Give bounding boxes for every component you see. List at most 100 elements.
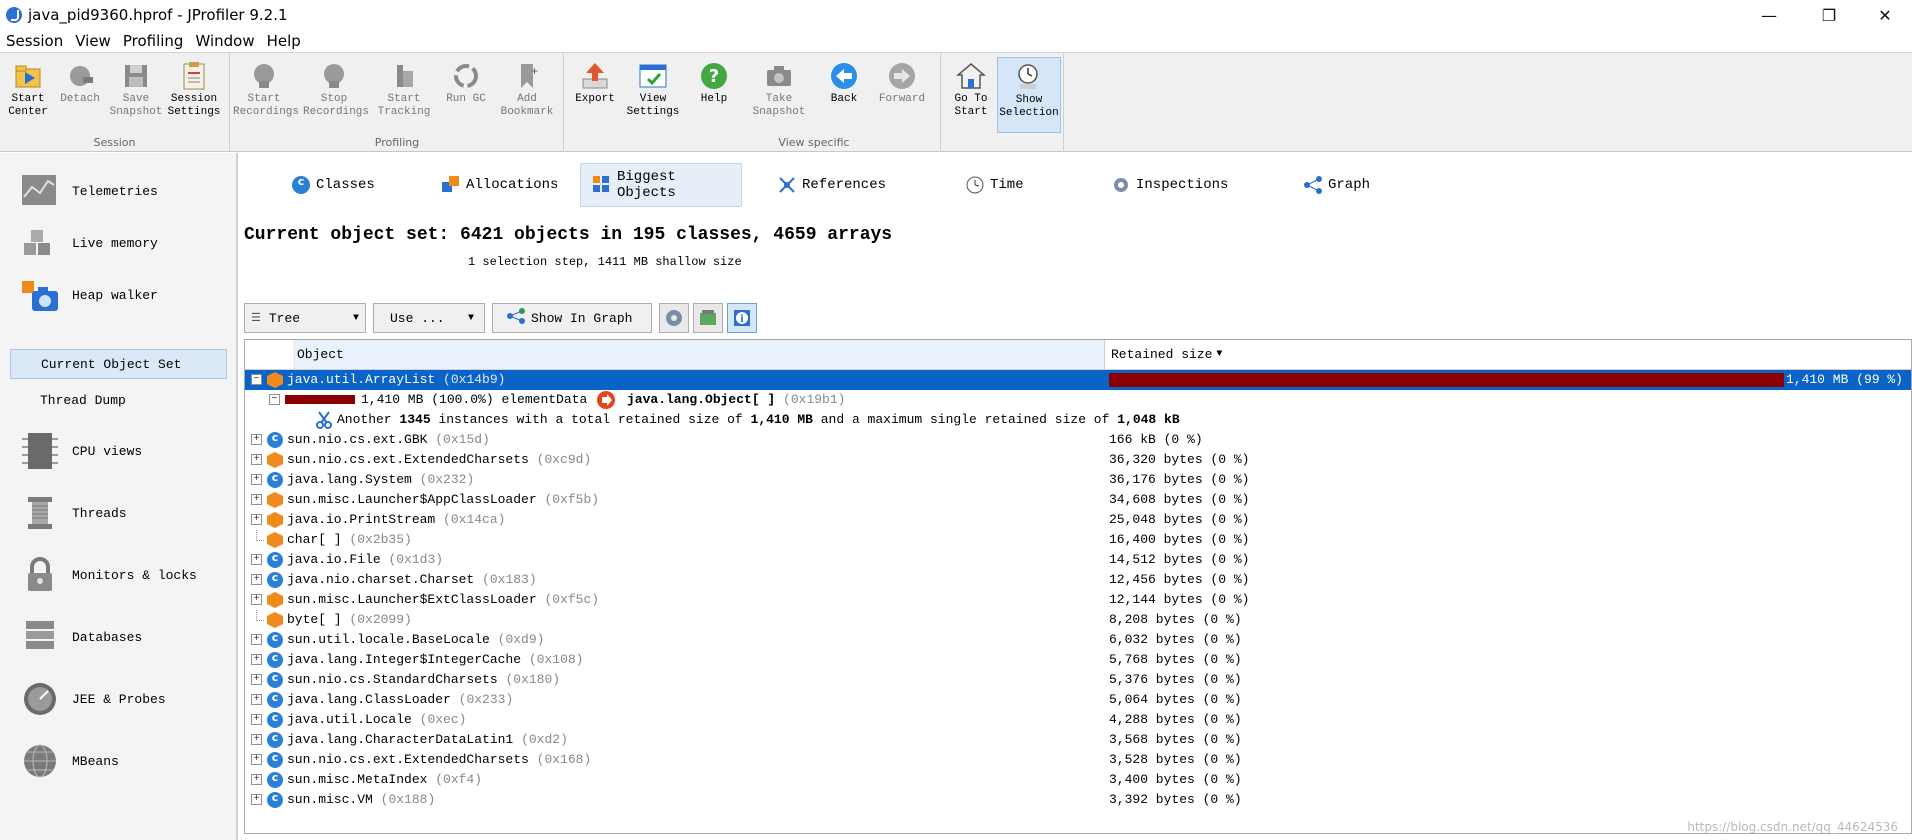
tab-biggest-objects[interactable]: Biggest Objects [580,163,742,207]
expand-icon[interactable]: + [251,654,262,665]
help-button[interactable]: ? Help [691,57,737,133]
expand-icon[interactable]: + [251,634,262,645]
table-row[interactable]: + sun.nio.cs.StandardCharsets (0x180) 5,37… [245,670,1911,690]
table-row[interactable]: + java.lang.ClassLoader (0x233) 5,064 byte… [245,690,1911,710]
tab-time[interactable]: Time [954,163,1036,207]
table-row[interactable]: + sun.misc.VM (0x188) 3,392 bytes (0 %) [245,790,1911,810]
sidebar-item-telemetries[interactable]: Telemetries [0,165,236,217]
collapse-icon[interactable]: − [269,394,280,405]
menu-help[interactable]: Help [267,32,301,50]
biggest-objects-icon [593,176,611,194]
sidebar-item-thread-dump[interactable]: Thread Dump [10,385,227,415]
menu-window[interactable]: Window [195,32,254,50]
tab-inspections[interactable]: Inspections [1100,163,1240,207]
collapse-icon[interactable]: − [251,374,262,385]
table-row[interactable]: + sun.misc.Launcher$AppClassLoader (0xf5b… [245,490,1911,510]
expand-icon[interactable]: + [251,434,262,445]
column-header-object[interactable]: Object [293,340,1105,369]
show-in-graph-button[interactable]: Show In Graph [492,303,652,333]
menu-bar: Session View Profiling Window Help [0,30,1912,52]
run-gc-button[interactable]: Run GC [441,57,491,133]
save-snapshot-button[interactable]: Save Snapshot [108,57,164,133]
filter-button[interactable] [693,303,723,333]
sidebar-item-threads[interactable]: Threads [0,487,236,539]
add-bookmark-button[interactable]: + Add Bookmark [497,57,557,133]
column-header-retained-size[interactable]: Retained size ▼ [1105,340,1222,369]
table-row[interactable]: + java.io.File (0x1d3) 14,512 bytes (0 %) [245,550,1911,570]
expand-icon[interactable]: + [251,754,262,765]
add-bookmark-icon: + [512,61,542,91]
forward-button[interactable]: Forward [875,57,929,133]
table-row[interactable]: + sun.misc.Launcher$ExtClassLoader (0xf5c… [245,590,1911,610]
session-settings-button[interactable]: Session Settings [166,57,222,133]
sidebar: Telemetries Live memory Heap walker Curr… [0,153,238,840]
info-button[interactable]: i [727,303,757,333]
start-center-button[interactable]: Start Center [0,57,56,133]
restore-button[interactable]: ❐ [1806,0,1852,30]
table-row[interactable]: + sun.nio.cs.ext.GBK (0x15d) 166 kB (0 %) [245,430,1911,450]
expand-icon[interactable]: + [251,774,262,785]
stop-recordings-button[interactable]: Stop Recordings [303,57,369,133]
table-row[interactable]: + java.lang.CharacterDataLatin1 (0xd2) 3,5… [245,730,1911,750]
detach-button[interactable]: Detach [52,57,108,133]
retained-size-value: 166 kB (0 %) [1109,432,1203,447]
back-button[interactable]: Back [821,57,867,133]
menu-session[interactable]: Session [6,32,63,50]
table-row[interactable]: + java.util.Locale (0xec) 4,288 bytes (0 %… [245,710,1911,730]
sidebar-item-cpu-views[interactable]: CPU views [0,425,236,477]
menu-profiling[interactable]: Profiling [123,32,184,50]
tab-classes[interactable]: Classes [280,163,387,207]
sidebar-item-mbeans[interactable]: MBeans [0,735,236,787]
expand-icon[interactable]: + [251,554,262,565]
expand-icon[interactable]: + [251,494,262,505]
sidebar-item-live-memory[interactable]: Live memory [0,217,236,269]
table-row[interactable]: + java.lang.Integer$IntegerCache (0x108) 5… [245,650,1911,670]
expand-icon[interactable]: + [251,734,262,745]
settings-button[interactable] [659,303,689,333]
toolbar-group-session: Start Center Detach Save Snapshot Sessio… [0,53,230,152]
go-to-start-button[interactable]: Go To Start [945,57,997,133]
table-row[interactable]: + sun.misc.MetaIndex (0xf4) 3,400 bytes (0… [245,770,1911,790]
export-button[interactable]: Export [567,57,623,133]
sidebar-item-monitors-locks[interactable]: Monitors & locks [0,549,236,601]
table-row[interactable]: byte[ ] (0x2099) 8,208 bytes (0 %) [245,610,1911,630]
table-row-selected[interactable]: − java.util.ArrayList (0x14b9) 1,410 MB … [245,370,1911,390]
expand-icon[interactable]: + [251,474,262,485]
table-row[interactable]: + sun.nio.cs.ext.ExtendedCharsets (0xc9d)… [245,450,1911,470]
back-arrow-icon [829,61,859,91]
sidebar-item-heap-walker[interactable]: Heap walker [0,269,236,321]
view-mode-select[interactable]: ☰ Tree ▼ [244,303,366,333]
start-recordings-button[interactable]: Start Recordings [233,57,299,133]
expand-icon[interactable]: + [251,674,262,685]
sidebar-item-current-object-set[interactable]: Current Object Set [10,349,227,379]
expand-icon[interactable]: + [251,574,262,585]
expand-icon[interactable]: + [251,794,262,805]
show-selection-button[interactable]: Show Selection [997,57,1061,133]
table-row[interactable]: + java.nio.charset.Charset (0x183) 12,456 … [245,570,1911,590]
view-settings-button[interactable]: View Settings [625,57,681,133]
expand-icon[interactable]: + [251,694,262,705]
expand-icon[interactable]: + [251,454,262,465]
expand-icon[interactable]: + [251,514,262,525]
tab-allocations[interactable]: Allocations [430,163,570,207]
minimize-button[interactable]: — [1746,0,1792,30]
table-row[interactable]: + sun.util.locale.BaseLocale (0xd9) 6,032 … [245,630,1911,650]
tab-references[interactable]: References [766,163,898,207]
view-tabs: Classes Allocations Biggest Objects Refe… [240,153,1912,219]
sidebar-item-jee-probes[interactable]: JEE & Probes [0,673,236,725]
take-snapshot-button[interactable]: Take Snapshot [751,57,807,133]
start-tracking-button[interactable]: Start Tracking [375,57,433,133]
table-row[interactable]: + sun.nio.cs.ext.ExtendedCharsets (0x168)… [245,750,1911,770]
menu-view[interactable]: View [75,32,111,50]
sidebar-item-databases[interactable]: Databases [0,611,236,663]
use-menu-button[interactable]: Use ... ▼ [373,303,485,333]
expand-icon[interactable]: + [251,594,262,605]
expand-icon[interactable]: + [251,714,262,725]
table-row[interactable]: + java.lang.System (0x232) 36,176 bytes (0… [245,470,1911,490]
table-row[interactable]: + java.io.PrintStream (0x14ca) 25,048 byte… [245,510,1911,530]
object-icon [267,452,283,468]
close-button[interactable]: ✕ [1862,0,1908,30]
table-row[interactable]: char[ ] (0x2b35) 16,400 bytes (0 %) [245,530,1911,550]
table-row-child[interactable]: − 1,410 MB (100.0%) elementData java.lan… [245,390,1911,410]
tab-graph[interactable]: Graph [1292,163,1382,207]
